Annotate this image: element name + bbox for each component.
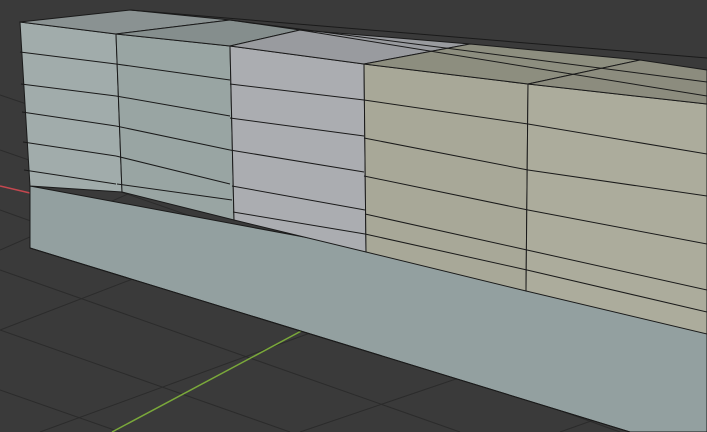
block-3-front-face[interactable] bbox=[229, 45, 367, 253]
block-1-front-face[interactable] bbox=[19, 21, 123, 193]
block-5[interactable] bbox=[525, 59, 707, 335]
block-4-front-face[interactable] bbox=[363, 63, 529, 292]
block-5-front-face[interactable] bbox=[525, 83, 707, 335]
viewport-scene[interactable] bbox=[0, 0, 707, 432]
3d-viewport[interactable] bbox=[0, 0, 707, 432]
